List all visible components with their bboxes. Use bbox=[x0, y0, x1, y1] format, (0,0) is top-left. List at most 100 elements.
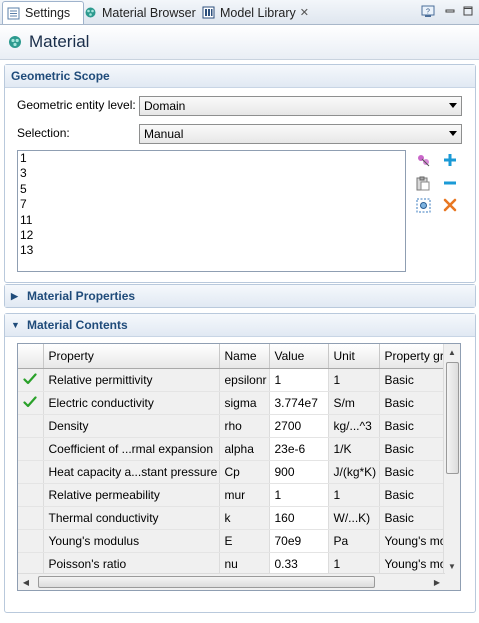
selection-select[interactable]: Manual bbox=[139, 124, 462, 144]
chevron-right-icon: ▶ bbox=[11, 290, 18, 301]
entity-level-value: Domain bbox=[144, 99, 186, 113]
table-row[interactable]: Young's modulus E 70e9 Pa Young's mo bbox=[18, 529, 450, 553]
table-row[interactable]: Relative permeability mur 1 1 Basic bbox=[18, 483, 450, 507]
group-cell: Basic bbox=[379, 437, 450, 461]
scroll-corner bbox=[444, 574, 460, 590]
table-row[interactable]: Electric conductivity sigma 3.774e7 S/m Basi… bbox=[18, 391, 450, 415]
row-status-cell bbox=[18, 368, 44, 392]
unit-cell: W/...K) bbox=[328, 506, 380, 530]
selection-value: Manual bbox=[144, 127, 184, 141]
selection-label: Selection: bbox=[17, 126, 70, 140]
column-header[interactable]: Name bbox=[219, 344, 270, 369]
unit-cell: Pa bbox=[328, 529, 380, 553]
list-item[interactable]: 13 bbox=[18, 243, 405, 258]
value-cell[interactable]: 70e9 bbox=[269, 529, 329, 553]
unit-cell: 1 bbox=[328, 483, 380, 507]
section-header[interactable]: ▼ Material Contents bbox=[5, 314, 475, 337]
value-cell[interactable]: 1 bbox=[269, 368, 329, 392]
row-status-cell bbox=[18, 414, 44, 438]
select-domains-icon[interactable] bbox=[415, 152, 431, 168]
list-item[interactable]: 1 bbox=[18, 151, 405, 166]
material-properties-section: ▶ Material Properties bbox=[4, 284, 476, 308]
clipboard-icon[interactable] bbox=[415, 175, 431, 191]
scroll-down-icon[interactable]: ▼ bbox=[444, 558, 460, 574]
value-cell[interactable]: 1 bbox=[269, 483, 329, 507]
property-cell: Coefficient of ...rmal expansion bbox=[43, 437, 220, 461]
horizontal-scrollbar[interactable]: ◀ ▶ bbox=[18, 573, 445, 590]
value-cell[interactable]: 900 bbox=[269, 460, 329, 484]
maximize-icon[interactable] bbox=[460, 4, 476, 18]
selection-list[interactable]: 1 3 5 7 11 12 13 bbox=[17, 150, 406, 272]
entity-level-select[interactable]: Domain bbox=[139, 96, 462, 116]
zoom-to-selection-icon[interactable] bbox=[415, 197, 431, 213]
table-row[interactable]: Coefficient of ...rmal expansion alpha 23e… bbox=[18, 437, 450, 461]
checkmark-icon bbox=[23, 372, 37, 384]
chevron-down-icon bbox=[449, 103, 457, 108]
value-cell[interactable]: 2700 bbox=[269, 414, 329, 438]
table-row[interactable]: Heat capacity a...stant pressure Cp 900 J/(… bbox=[18, 460, 450, 484]
property-cell: Relative permittivity bbox=[43, 368, 220, 392]
clear-selection-icon[interactable] bbox=[442, 197, 458, 213]
row-status-cell bbox=[18, 460, 44, 484]
value-cell[interactable]: 3.774e7 bbox=[269, 391, 329, 415]
material-icon bbox=[9, 36, 21, 48]
tab-label: Settings bbox=[25, 6, 71, 20]
group-cell: Basic bbox=[379, 368, 450, 392]
section-header[interactable]: ▶ Material Properties bbox=[5, 285, 475, 307]
table-row[interactable]: Density rho 2700 kg/...^3 Basic bbox=[18, 414, 450, 438]
chevron-down-icon: ▼ bbox=[11, 320, 20, 330]
name-cell: epsilonr bbox=[219, 368, 270, 392]
scroll-thumb[interactable] bbox=[38, 576, 375, 588]
row-status-cell bbox=[18, 437, 44, 461]
minimize-icon[interactable] bbox=[442, 4, 458, 18]
list-item[interactable]: 7 bbox=[18, 197, 405, 212]
tab-bar: Settings Material Browser Model Library … bbox=[0, 0, 479, 25]
scroll-up-icon[interactable]: ▲ bbox=[444, 344, 460, 360]
column-header[interactable]: Value bbox=[269, 344, 329, 369]
table-row[interactable]: Thermal conductivity k 160 W/...K) Basic bbox=[18, 506, 450, 530]
value-cell[interactable]: 23e-6 bbox=[269, 437, 329, 461]
section-title: Material Contents bbox=[27, 318, 128, 332]
unit-cell: S/m bbox=[328, 391, 380, 415]
settings-icon bbox=[7, 7, 20, 19]
row-status-cell bbox=[18, 506, 44, 530]
property-cell: Heat capacity a...stant pressure bbox=[43, 460, 220, 484]
column-header[interactable]: Property gr bbox=[379, 344, 450, 369]
scroll-left-icon[interactable]: ◀ bbox=[18, 574, 34, 590]
group-cell: Young's mo bbox=[379, 529, 450, 553]
model-library-icon bbox=[202, 6, 215, 19]
column-header[interactable]: Property bbox=[43, 344, 220, 369]
add-icon[interactable] bbox=[442, 152, 458, 168]
settings-header: Material bbox=[0, 25, 479, 60]
value-cell[interactable]: 160 bbox=[269, 506, 329, 530]
column-header[interactable]: Unit bbox=[328, 344, 380, 369]
tab-model-library[interactable]: Model Library ✕ bbox=[198, 2, 315, 23]
svg-text:?: ? bbox=[426, 8, 430, 15]
column-header-check[interactable] bbox=[18, 344, 44, 369]
tab-material-browser[interactable]: Material Browser bbox=[80, 2, 202, 23]
group-cell: Basic bbox=[379, 483, 450, 507]
unit-cell: 1/K bbox=[328, 437, 380, 461]
scroll-right-icon[interactable]: ▶ bbox=[429, 574, 445, 590]
section-header[interactable]: Geometric Scope bbox=[5, 65, 475, 88]
material-contents-table: Property Name Value Unit Property gr Rel… bbox=[17, 343, 461, 591]
tab-label: Material Browser bbox=[102, 5, 196, 20]
tab-settings[interactable]: Settings bbox=[2, 1, 84, 24]
remove-icon[interactable] bbox=[442, 175, 458, 191]
group-cell: Basic bbox=[379, 460, 450, 484]
group-cell: Basic bbox=[379, 506, 450, 530]
list-item[interactable]: 12 bbox=[18, 228, 405, 243]
close-icon[interactable]: ✕ bbox=[300, 6, 309, 19]
property-cell: Relative permeability bbox=[43, 483, 220, 507]
contents-grid: Property Name Value Unit Property gr Rel… bbox=[18, 344, 450, 590]
list-item[interactable]: 3 bbox=[18, 166, 405, 181]
list-item[interactable]: 11 bbox=[18, 213, 405, 228]
row-status-cell bbox=[18, 391, 44, 415]
list-item[interactable]: 5 bbox=[18, 182, 405, 197]
help-icon[interactable]: ? bbox=[420, 4, 436, 18]
unit-cell: kg/...^3 bbox=[328, 414, 380, 438]
scroll-thumb[interactable] bbox=[446, 362, 459, 474]
name-cell: alpha bbox=[219, 437, 270, 461]
vertical-scrollbar[interactable]: ▲ ▼ bbox=[443, 344, 460, 574]
table-row[interactable]: Relative permittivity epsilonr 1 1 Basic bbox=[18, 368, 450, 392]
